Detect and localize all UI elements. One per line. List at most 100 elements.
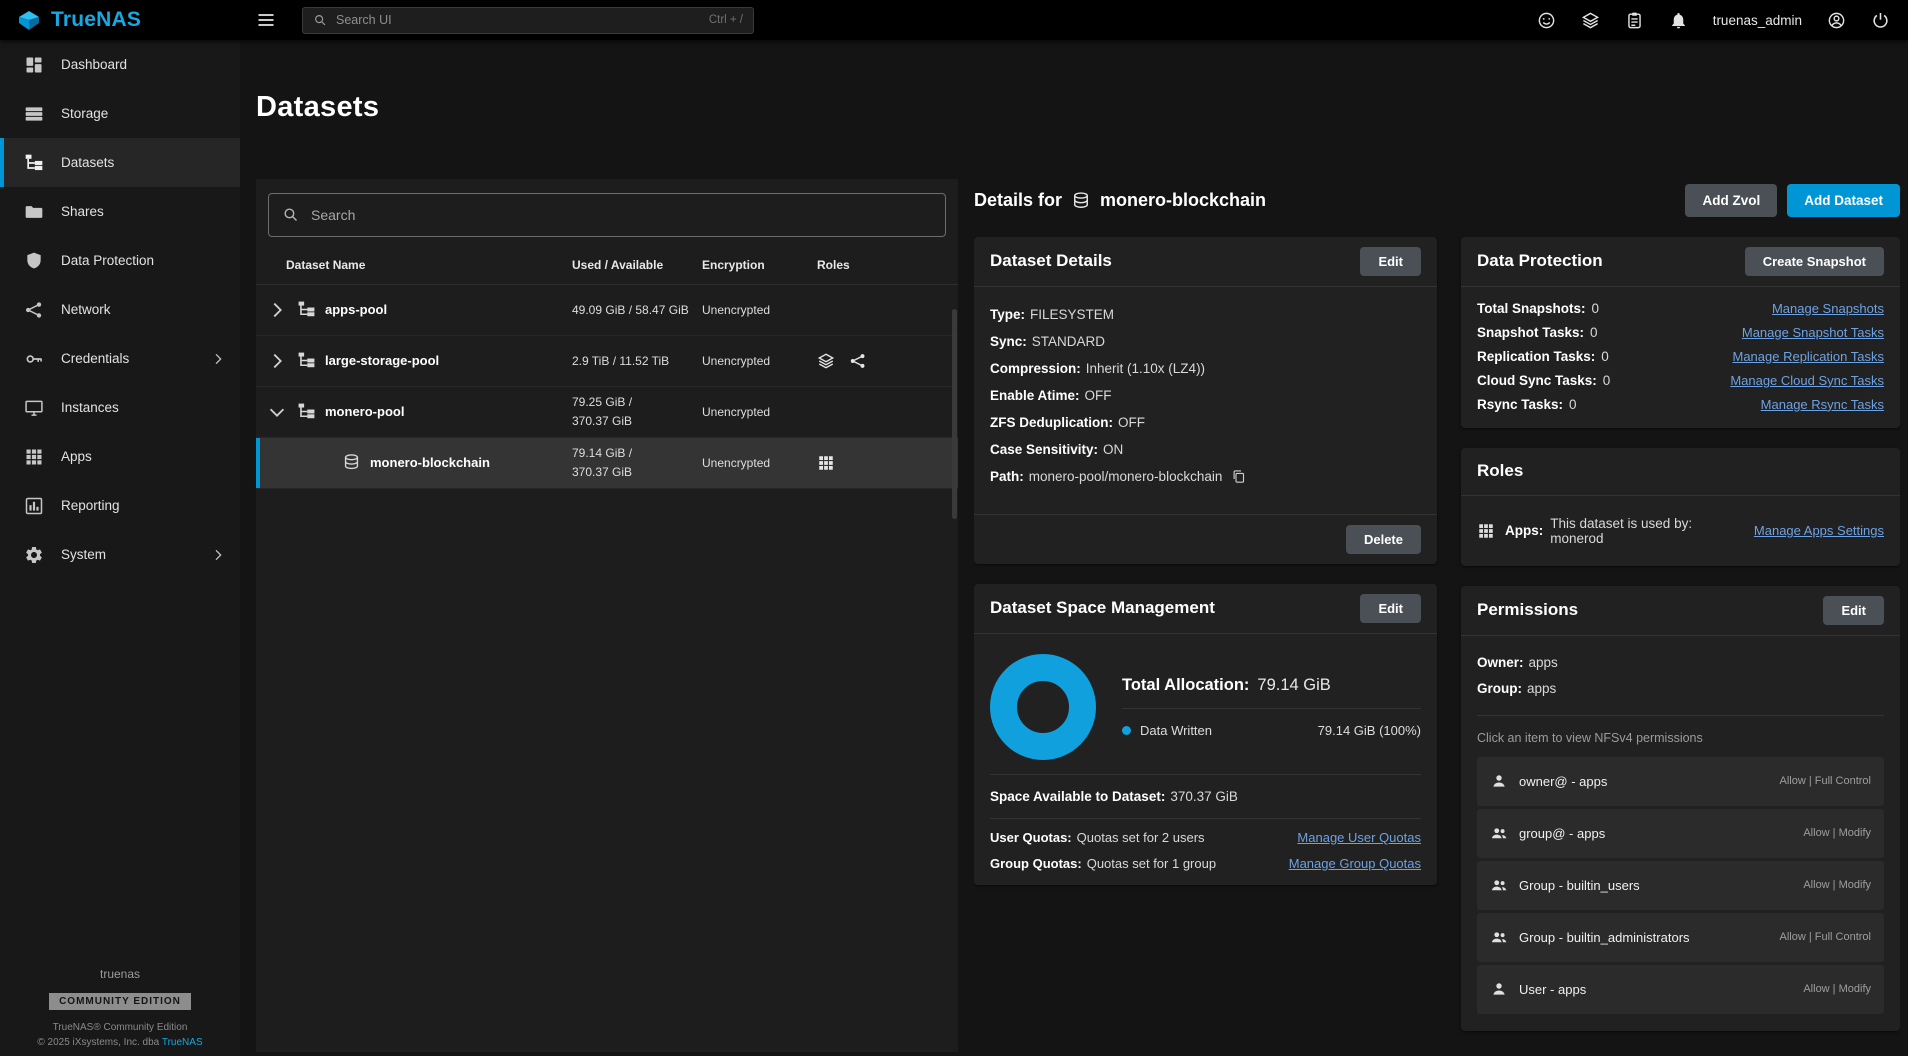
used-available: 79.14 GiB /370.37 GiB — [572, 444, 702, 481]
truenas-logo-icon — [16, 7, 42, 33]
dataset-name: large-storage-pool — [325, 353, 439, 368]
truenas-link[interactable]: TrueNAS — [162, 1037, 203, 1048]
sidebar-item-credentials[interactable]: Credentials — [0, 334, 240, 383]
sidebar-item-network[interactable]: Network — [0, 285, 240, 334]
copy-path-icon[interactable] — [1231, 469, 1246, 484]
manage-apps-settings-link[interactable]: Manage Apps Settings — [1754, 523, 1884, 538]
roles-cell — [817, 454, 958, 472]
jobs-clipboard-icon[interactable] — [1625, 11, 1644, 30]
manage-cloud-sync-tasks-link[interactable]: Manage Cloud Sync Tasks — [1730, 373, 1884, 388]
space-available-value: 370.37 GiB — [1170, 789, 1238, 804]
details-header: Details for monero-blockchain Add Zvol A… — [974, 179, 1900, 223]
table-row-monero-pool[interactable]: monero-pool 79.25 GiB /370.37 GiB Unencr… — [256, 387, 958, 438]
table-row-apps-pool[interactable]: apps-pool 49.09 GiB / 58.47 GiB Unencryp… — [256, 285, 958, 336]
col-used-available: Used / Available — [572, 258, 702, 272]
expand-chevron-icon[interactable] — [266, 350, 288, 372]
delete-dataset-button[interactable]: Delete — [1346, 525, 1421, 554]
create-snapshot-button[interactable]: Create Snapshot — [1745, 247, 1884, 276]
sidebar-item-datasets[interactable]: Datasets — [0, 138, 240, 187]
truecommand-layers-icon[interactable] — [1581, 11, 1600, 30]
sidebar-item-data-protection[interactable]: Data Protection — [0, 236, 240, 285]
sidebar-item-reporting[interactable]: Reporting — [0, 481, 240, 530]
sidebar-item-shares[interactable]: Shares — [0, 187, 240, 236]
manage-rsync-tasks-link[interactable]: Manage Rsync Tasks — [1761, 397, 1884, 412]
data-protection-card: Data Protection Create Snapshot Total Sn… — [1461, 237, 1900, 428]
card-title: Data Protection — [1477, 251, 1603, 271]
datasets-tree-panel: Dataset Name Used / Available Encryption… — [256, 179, 958, 1052]
sidebar-item-label: Apps — [61, 449, 92, 464]
hostname-label: truenas — [0, 967, 240, 981]
chevron-right-icon — [210, 351, 226, 367]
shield-icon — [24, 251, 44, 271]
sidebar-item-system[interactable]: System — [0, 530, 240, 579]
edit-space-button[interactable]: Edit — [1360, 594, 1421, 623]
permission-item-user-apps[interactable]: User - apps Allow | Modify — [1477, 965, 1884, 1014]
chevron-right-icon — [210, 547, 226, 563]
search-icon — [313, 13, 327, 27]
card-title: Dataset Details — [990, 251, 1112, 271]
card-title: Dataset Space Management — [990, 598, 1215, 618]
people-icon — [1490, 876, 1508, 894]
permission-item-builtin-administrators[interactable]: Group - builtin_administrators Allow | F… — [1477, 913, 1884, 962]
table-row-monero-blockchain[interactable]: monero-blockchain 79.14 GiB /370.37 GiB … — [256, 438, 958, 489]
total-allocation-label: Total Allocation: — [1122, 676, 1249, 694]
scrollbar[interactable] — [952, 309, 957, 519]
user-menu-icon[interactable] — [1827, 11, 1846, 30]
page-title: Datasets — [256, 90, 1900, 125]
add-dataset-button[interactable]: Add Dataset — [1787, 184, 1900, 217]
table-row-large-storage-pool[interactable]: large-storage-pool 2.9 TiB / 11.52 TiB U… — [256, 336, 958, 387]
logo-text: TrueNAS — [51, 8, 141, 32]
network-icon — [24, 300, 44, 320]
edit-dataset-details-button[interactable]: Edit — [1360, 247, 1421, 276]
sidebar-item-label: Dashboard — [61, 57, 127, 72]
permission-item-owner[interactable]: owner@ - apps Allow | Full Control — [1477, 757, 1884, 806]
key-icon — [24, 349, 44, 369]
menu-toggle-button[interactable] — [256, 10, 276, 30]
manage-group-quotas-link[interactable]: Manage Group Quotas — [1289, 856, 1421, 871]
sidebar-item-storage[interactable]: Storage — [0, 89, 240, 138]
dataset-search[interactable] — [268, 193, 946, 237]
person-icon — [1490, 980, 1508, 998]
dataset-tree-icon — [297, 351, 316, 370]
permissions-card: Permissions Edit Owner:apps Group:apps C… — [1461, 586, 1900, 1031]
global-search-input[interactable] — [336, 13, 700, 27]
dataset-search-input[interactable] — [311, 207, 932, 223]
sidebar: Dashboard Storage Datasets Shares Data P… — [0, 40, 240, 1056]
sidebar-item-dashboard[interactable]: Dashboard — [0, 40, 240, 89]
global-search[interactable]: Ctrl + / — [302, 7, 754, 34]
storage-icon — [24, 104, 44, 124]
manage-replication-tasks-link[interactable]: Manage Replication Tasks — [1732, 349, 1884, 364]
truenas-logo[interactable]: TrueNAS — [0, 7, 240, 33]
col-encryption: Encryption — [702, 258, 817, 272]
sidebar-item-label: System — [61, 547, 106, 562]
card-title: Permissions — [1477, 600, 1578, 620]
legend-label: Data Written — [1140, 723, 1212, 738]
sidebar-item-instances[interactable]: Instances — [0, 383, 240, 432]
apps-role-icon — [817, 454, 835, 472]
legend-value: 79.14 GiB (100%) — [1318, 723, 1421, 738]
feedback-smiley-icon[interactable] — [1537, 11, 1556, 30]
top-bar: TrueNAS Ctrl + / truenas_admin — [0, 0, 1908, 40]
permission-item-builtin-users[interactable]: Group - builtin_users Allow | Modify — [1477, 861, 1884, 910]
manage-snapshots-link[interactable]: Manage Snapshots — [1772, 301, 1884, 316]
search-icon — [282, 206, 299, 223]
sidebar-item-apps[interactable]: Apps — [0, 432, 240, 481]
encryption-status: Unencrypted — [702, 354, 817, 368]
edition-badge: COMMUNITY EDITION — [49, 993, 191, 1010]
people-icon — [1490, 928, 1508, 946]
add-zvol-button[interactable]: Add Zvol — [1685, 184, 1777, 217]
edit-permissions-button[interactable]: Edit — [1823, 596, 1884, 625]
sidebar-item-label: Data Protection — [61, 253, 154, 268]
alerts-bell-icon[interactable] — [1669, 11, 1688, 30]
bar-chart-icon — [24, 496, 44, 516]
apps-grid-icon — [1477, 522, 1498, 540]
gear-icon — [24, 545, 44, 565]
expand-chevron-icon[interactable] — [266, 299, 288, 321]
sidebar-item-label: Credentials — [61, 351, 129, 366]
collapse-chevron-icon[interactable] — [266, 401, 288, 423]
dataset-tree-icon — [297, 402, 316, 421]
manage-snapshot-tasks-link[interactable]: Manage Snapshot Tasks — [1742, 325, 1884, 340]
power-icon[interactable] — [1871, 11, 1890, 30]
manage-user-quotas-link[interactable]: Manage User Quotas — [1297, 830, 1421, 845]
permission-item-group[interactable]: group@ - apps Allow | Modify — [1477, 809, 1884, 858]
